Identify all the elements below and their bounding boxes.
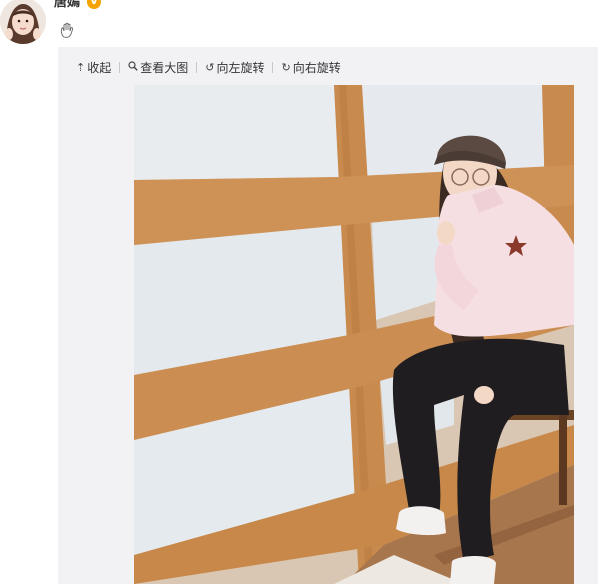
photo-image bbox=[134, 85, 574, 584]
toolbar-divider bbox=[196, 61, 198, 73]
collapse-label: 收起 bbox=[87, 60, 112, 75]
rotate-right-icon: ↻ bbox=[281, 60, 291, 74]
collapse-button[interactable]: ⇡ 收起 bbox=[76, 59, 111, 76]
avatar[interactable] bbox=[0, 0, 46, 44]
arrow-up-icon: ⇡ bbox=[76, 60, 86, 74]
avatar-image bbox=[0, 0, 46, 44]
rotate-left-label: 向左旋转 bbox=[216, 60, 265, 75]
rotate-left-icon: ↺ bbox=[205, 60, 215, 74]
username[interactable]: 唐嫣 bbox=[54, 0, 80, 12]
rotate-left-button[interactable]: ↺ 向左旋转 bbox=[205, 59, 264, 76]
rotate-right-label: 向右旋转 bbox=[292, 60, 341, 75]
post-photo[interactable] bbox=[134, 85, 574, 584]
toolbar-divider bbox=[119, 61, 121, 73]
magnifier-icon bbox=[128, 60, 138, 74]
media-panel: ⇡ 收起 查看大图 ↺ 向左旋转 ↻ 向右旋转 bbox=[58, 47, 598, 584]
view-large-label: 查看大图 bbox=[140, 60, 189, 75]
view-large-button[interactable]: 查看大图 bbox=[128, 59, 188, 76]
verified-badge-icon: V bbox=[87, 0, 101, 9]
rotate-right-button[interactable]: ↻ 向右旋转 bbox=[281, 59, 340, 76]
toolbar-divider bbox=[272, 61, 274, 73]
media-toolbar: ⇡ 收起 查看大图 ↺ 向左旋转 ↻ 向右旋转 bbox=[76, 59, 341, 75]
waving-hand-icon bbox=[60, 22, 74, 38]
